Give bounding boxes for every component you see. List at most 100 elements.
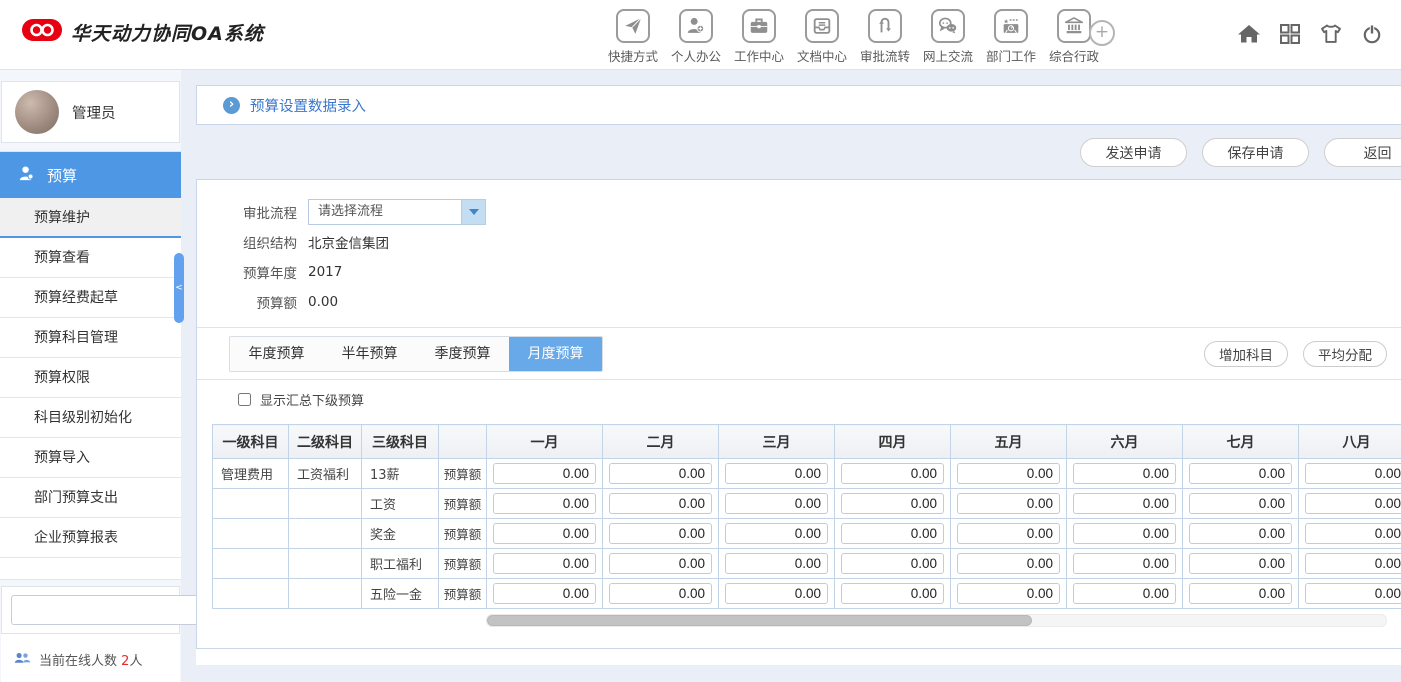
sidebar-item[interactable]: 部门预算支出 <box>0 478 181 518</box>
table-cell-month <box>1183 489 1299 519</box>
horizontal-scrollbar-thumb[interactable] <box>487 615 1032 626</box>
budget-amount-input[interactable] <box>1305 553 1401 574</box>
budget-amount-input[interactable] <box>1305 493 1401 514</box>
grid-icon[interactable] <box>1277 21 1303 47</box>
budget-amount-input[interactable] <box>1305 463 1401 484</box>
period-tab[interactable]: 年度预算 <box>230 337 323 371</box>
table-cell-month <box>835 549 951 579</box>
form-row: 预算年度2017 <box>197 257 1401 287</box>
budget-amount-input[interactable] <box>493 523 596 544</box>
search-input[interactable] <box>11 595 202 625</box>
table-cell-month <box>1183 579 1299 609</box>
budget-amount-input[interactable] <box>841 553 944 574</box>
table-cell-month <box>951 549 1067 579</box>
user-avatar[interactable] <box>15 90 59 134</box>
budget-amount-input[interactable] <box>725 463 828 484</box>
plus-circle-icon[interactable]: + <box>1089 20 1115 46</box>
budget-amount-input[interactable] <box>725 583 828 604</box>
table-cell-month <box>951 459 1067 489</box>
budget-amount-input[interactable] <box>841 463 944 484</box>
period-tab[interactable]: 季度预算 <box>416 337 509 371</box>
budget-amount-input[interactable] <box>957 523 1060 544</box>
budget-amount-input[interactable] <box>493 583 596 604</box>
sidebar-item[interactable]: 预算科目管理 <box>0 318 181 358</box>
budget-amount-input[interactable] <box>1189 553 1292 574</box>
sidebar-menu-header-budget[interactable]: 预算 <box>0 152 181 198</box>
topnav-item-label: 审批流转 <box>860 46 910 65</box>
table-cell-month <box>1183 549 1299 579</box>
budget-amount-input[interactable] <box>725 553 828 574</box>
budget-amount-input[interactable] <box>1189 493 1292 514</box>
approval-flow-select[interactable]: 请选择流程 <box>308 199 486 225</box>
bank-icon <box>1057 9 1091 43</box>
budget-amount-input[interactable] <box>841 523 944 544</box>
budget-amount-input[interactable] <box>493 553 596 574</box>
topnav-item[interactable]: 文档中心 <box>795 9 849 65</box>
budget-amount-input[interactable] <box>725 523 828 544</box>
theme-shirt-icon[interactable] <box>1318 21 1344 47</box>
form-row: 审批流程请选择流程 <box>197 197 1401 227</box>
online-users-label: 当前在线人数 <box>39 654 117 669</box>
topnav-item[interactable]: 快捷方式 <box>606 9 660 65</box>
topnav-item[interactable]: 个人办公 <box>669 9 723 65</box>
budget-amount-input[interactable] <box>1073 523 1176 544</box>
period-tab[interactable]: 月度预算 <box>509 337 602 371</box>
budget-amount-input[interactable] <box>1073 553 1176 574</box>
budget-amount-input[interactable] <box>841 493 944 514</box>
sidebar-item[interactable]: 科目级别初始化 <box>0 398 181 438</box>
budget-amount-input[interactable] <box>1305 583 1401 604</box>
sidebar-item[interactable]: 预算查看 <box>0 238 181 278</box>
table-cell-level2 <box>289 579 362 609</box>
action-button[interactable]: 发送申请 <box>1080 138 1187 167</box>
topnav-item[interactable]: 网上交流 <box>921 9 975 65</box>
power-icon[interactable] <box>1359 21 1385 47</box>
budget-amount-input[interactable] <box>609 523 712 544</box>
budget-amount-input[interactable] <box>1073 583 1176 604</box>
budget-amount-input[interactable] <box>609 583 712 604</box>
sidebar-item[interactable]: 企业预算报表 <box>0 518 181 558</box>
action-button[interactable]: 返回 <box>1324 138 1401 167</box>
sidebar-item[interactable]: 预算权限 <box>0 358 181 398</box>
budget-amount-input[interactable] <box>957 583 1060 604</box>
budget-amount-input[interactable] <box>1189 523 1292 544</box>
show-summary-label[interactable]: 显示汇总下级预算 <box>260 390 364 409</box>
budget-amount-input[interactable] <box>493 493 596 514</box>
period-tab[interactable]: 半年预算 <box>323 337 416 371</box>
table-cell-row_label: 预算额 <box>439 459 487 489</box>
top-right-icons <box>1236 21 1385 47</box>
budget-amount-input[interactable] <box>725 493 828 514</box>
budget-amount-input[interactable] <box>1073 463 1176 484</box>
budget-amount-input[interactable] <box>493 463 596 484</box>
sidebar-collapse-handle[interactable]: < <box>174 253 184 323</box>
topnav-item[interactable]: 工作中心 <box>732 9 786 65</box>
budget-amount-input[interactable] <box>609 553 712 574</box>
table-action-button[interactable]: 平均分配 <box>1303 341 1387 367</box>
budget-amount-input[interactable] <box>1189 463 1292 484</box>
budget-amount-input[interactable] <box>1073 493 1176 514</box>
sidebar-item[interactable]: 预算维护 <box>0 198 181 238</box>
sidebar-item[interactable]: 预算导入 <box>0 438 181 478</box>
budget-amount-input[interactable] <box>957 493 1060 514</box>
chevron-down-icon[interactable] <box>461 200 485 224</box>
horizontal-scrollbar-track[interactable] <box>486 614 1387 627</box>
form-row: 预算额0.00 <box>197 287 1401 317</box>
summary-checkbox-row: 显示汇总下级预算 <box>197 380 1401 418</box>
table-cell-row_label: 预算额 <box>439 579 487 609</box>
budget-amount-input[interactable] <box>1305 523 1401 544</box>
show-summary-checkbox[interactable] <box>238 393 251 406</box>
table-cell-month <box>487 459 603 489</box>
budget-amount-input[interactable] <box>609 493 712 514</box>
budget-amount-input[interactable] <box>841 583 944 604</box>
budget-amount-input[interactable] <box>957 553 1060 574</box>
budget-amount-input[interactable] <box>1189 583 1292 604</box>
budget-amount-input[interactable] <box>957 463 1060 484</box>
action-button[interactable]: 保存申请 <box>1202 138 1309 167</box>
table-cell-level3: 奖金 <box>362 519 439 549</box>
topnav-item[interactable]: 审批流转 <box>858 9 912 65</box>
home-icon[interactable] <box>1236 21 1262 47</box>
table-action-button[interactable]: 增加科目 <box>1204 341 1288 367</box>
sidebar-item[interactable]: 预算经费起草 <box>0 278 181 318</box>
app-title: 华天动力协同OA系统 <box>71 19 264 46</box>
topnav-item[interactable]: 部门工作 <box>984 9 1038 65</box>
budget-amount-input[interactable] <box>609 463 712 484</box>
